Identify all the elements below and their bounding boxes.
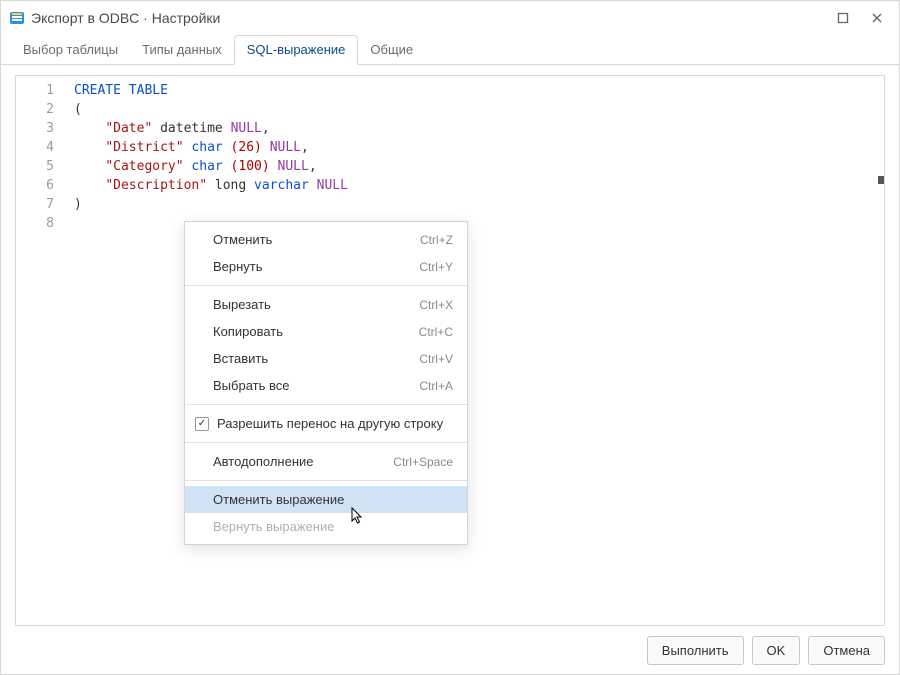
ctx-paste[interactable]: Вставить Ctrl+V	[185, 345, 467, 372]
cursor-indicator	[878, 176, 884, 184]
titlebar: Экспорт в ODBC · Настройки	[1, 1, 899, 35]
app-icon	[9, 10, 25, 26]
ctx-redo[interactable]: Вернуть Ctrl+Y	[185, 253, 467, 280]
line-number: 3	[16, 119, 54, 138]
ctx-autocomplete[interactable]: Автодополнение Ctrl+Space	[185, 448, 467, 475]
run-button[interactable]: Выполнить	[647, 636, 744, 665]
ctx-item-accel: Ctrl+X	[419, 298, 453, 312]
tab-data-types[interactable]: Типы данных	[130, 36, 234, 64]
ctx-item-accel: Ctrl+Z	[420, 233, 453, 247]
ctx-item-label: Выбрать все	[213, 378, 419, 393]
line-number: 1	[16, 81, 54, 100]
maximize-button[interactable]	[829, 4, 857, 32]
ctx-item-accel: Ctrl+V	[419, 352, 453, 366]
ctx-redo-expression: Вернуть выражение	[185, 513, 467, 540]
ctx-separator	[185, 442, 467, 443]
ctx-item-accel: Ctrl+C	[419, 325, 453, 339]
ctx-undo[interactable]: Отменить Ctrl+Z	[185, 226, 467, 253]
ctx-separator	[185, 285, 467, 286]
ctx-item-label: Вырезать	[213, 297, 419, 312]
tab-select-table[interactable]: Выбор таблицы	[11, 36, 130, 64]
ctx-item-label: Вставить	[213, 351, 419, 366]
ctx-item-label: Отменить выражение	[213, 492, 453, 507]
ctx-separator	[185, 404, 467, 405]
context-menu: Отменить Ctrl+Z Вернуть Ctrl+Y Вырезать …	[184, 221, 468, 545]
ctx-item-accel: Ctrl+Space	[393, 455, 453, 469]
check-icon: ✓	[195, 417, 209, 431]
ctx-item-label: Разрешить перенос на другую строку	[217, 416, 453, 431]
cancel-button[interactable]: Отмена	[808, 636, 885, 665]
line-number: 7	[16, 195, 54, 214]
line-number: 4	[16, 138, 54, 157]
ctx-cut[interactable]: Вырезать Ctrl+X	[185, 291, 467, 318]
ctx-item-accel: Ctrl+A	[419, 379, 453, 393]
line-gutter: 1 2 3 4 5 6 7 8	[16, 76, 64, 625]
window-title: Экспорт в ODBC · Настройки	[31, 10, 823, 26]
ok-button[interactable]: OK	[752, 636, 801, 665]
ctx-undo-expression[interactable]: Отменить выражение	[185, 486, 467, 513]
ctx-item-label: Вернуть выражение	[213, 519, 453, 534]
close-button[interactable]	[863, 4, 891, 32]
ctx-item-label: Автодополнение	[213, 454, 393, 469]
ctx-separator	[185, 480, 467, 481]
tabbar: Выбор таблицы Типы данных SQL-выражение …	[1, 35, 899, 65]
ctx-item-label: Копировать	[213, 324, 419, 339]
line-number: 8	[16, 214, 54, 233]
ctx-select-all[interactable]: Выбрать все Ctrl+A	[185, 372, 467, 399]
ctx-wrap-toggle[interactable]: ✓ Разрешить перенос на другую строку	[185, 410, 467, 437]
dialog-footer: Выполнить OK Отмена	[1, 626, 899, 674]
line-number: 5	[16, 157, 54, 176]
ctx-item-label: Вернуть	[213, 259, 419, 274]
line-number: 2	[16, 100, 54, 119]
ctx-item-label: Отменить	[213, 232, 420, 247]
line-number: 6	[16, 176, 54, 195]
tab-general[interactable]: Общие	[358, 36, 425, 64]
tab-sql-expression[interactable]: SQL-выражение	[234, 35, 359, 65]
ctx-item-accel: Ctrl+Y	[419, 260, 453, 274]
ctx-copy[interactable]: Копировать Ctrl+C	[185, 318, 467, 345]
